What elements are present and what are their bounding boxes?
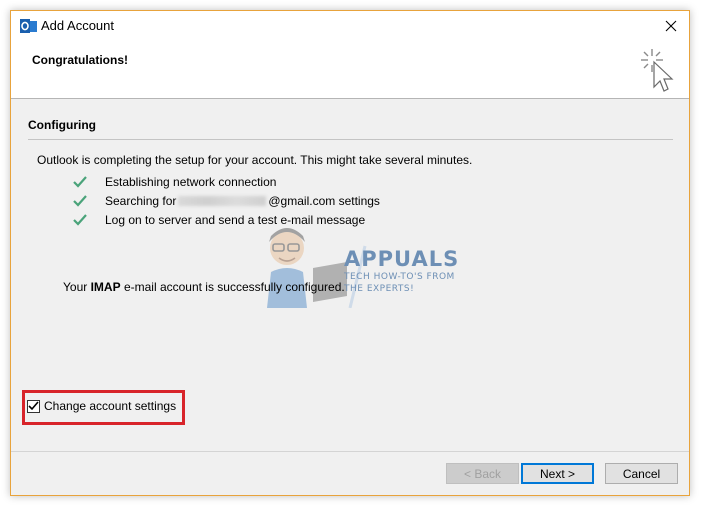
task-label-prefix: Searching for — [105, 194, 177, 208]
configuring-title: Configuring — [28, 118, 96, 132]
watermark-tagline: THE EXPERTS! — [344, 284, 415, 294]
add-account-dialog: Add Account Congratulations! Configuring — [10, 10, 690, 496]
cancel-button[interactable]: Cancel — [605, 463, 678, 484]
task-label-suffix: @gmail.com settings — [268, 194, 380, 208]
configuring-intro: Outlook is completing the setup for your… — [37, 153, 473, 167]
change-account-settings-option[interactable]: Change account settings — [27, 399, 176, 413]
header-title: Congratulations! — [32, 53, 128, 67]
header-banner: Congratulations! — [11, 41, 689, 99]
section-divider — [28, 139, 673, 140]
back-button[interactable]: < Back — [446, 463, 519, 484]
checkmark-icon — [73, 176, 87, 188]
next-button[interactable]: Next > — [521, 463, 594, 484]
checkmark-icon — [73, 195, 87, 207]
title-bar: Add Account — [11, 11, 689, 41]
redacted-email — [178, 196, 267, 206]
success-prefix: Your — [63, 280, 88, 294]
watermark-tagline: TECH HOW-TO'S FROM — [344, 272, 455, 282]
account-type: IMAP — [90, 280, 121, 294]
close-button[interactable] — [653, 11, 689, 41]
success-suffix: e-mail account is successfully configure… — [123, 280, 345, 294]
task-label: Establishing network connection — [105, 175, 277, 189]
footer-divider — [11, 451, 689, 452]
watermark-brand: APPUALS — [344, 247, 460, 271]
success-message: Your IMAP e-mail account is successfully… — [63, 280, 345, 294]
task-item: Searching for @gmail.com settings — [73, 193, 380, 209]
checkmark-icon — [73, 214, 87, 226]
change-account-settings-checkbox[interactable] — [27, 399, 40, 413]
window-title: Add Account — [41, 18, 114, 33]
outlook-icon — [20, 19, 37, 33]
change-account-settings-label[interactable]: Change account settings — [44, 399, 176, 413]
task-item: Establishing network connection — [73, 174, 276, 190]
wizard-cursor-icon — [641, 49, 674, 92]
close-icon — [665, 20, 677, 32]
watermark-text: APPUALS TECH HOW-TO'S FROM THE EXPERTS! — [344, 247, 459, 295]
checkmark-icon — [28, 401, 39, 411]
